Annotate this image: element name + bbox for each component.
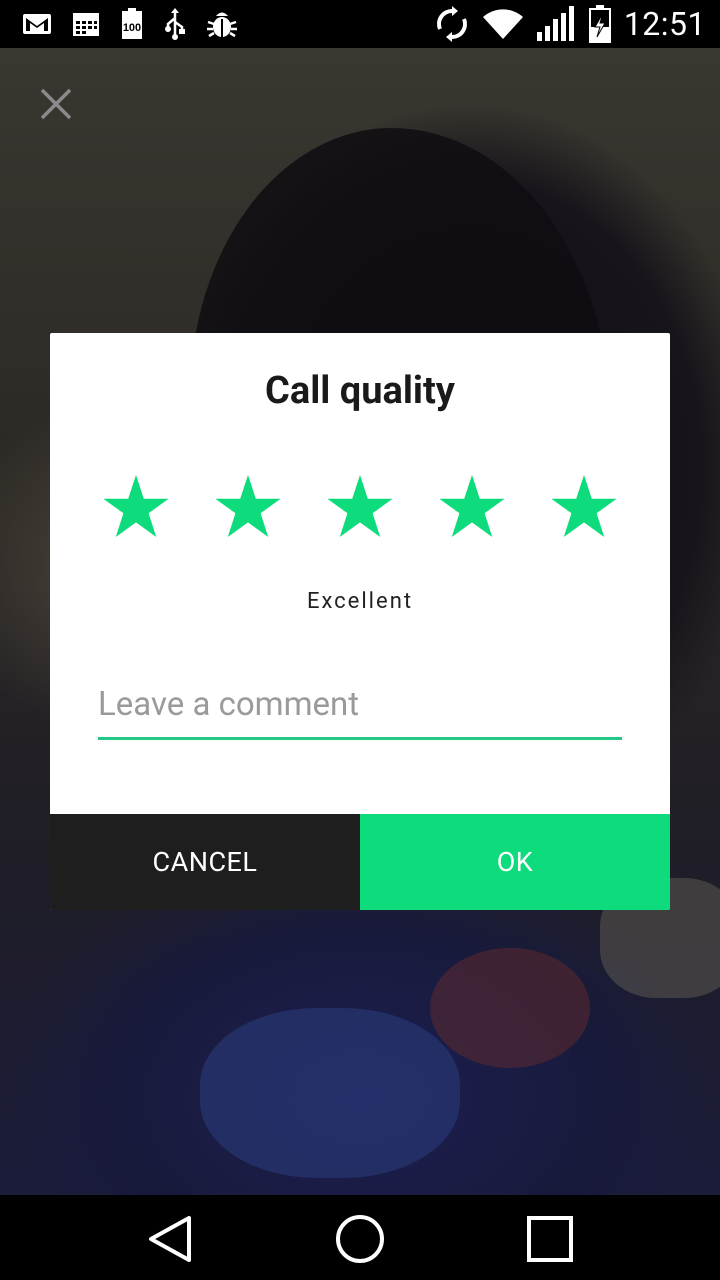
- debug-icon: [206, 10, 238, 38]
- gmail-icon: [22, 12, 52, 36]
- back-button[interactable]: [140, 1209, 200, 1269]
- comment-input[interactable]: [98, 673, 622, 735]
- wifi-icon: [482, 8, 524, 40]
- home-icon: [336, 1215, 384, 1263]
- status-clock: 12:51: [623, 5, 706, 43]
- recents-button[interactable]: [520, 1209, 580, 1269]
- star-5-button[interactable]: [550, 473, 618, 541]
- dialog-title: Call quality: [265, 369, 455, 413]
- navigation-bar: [0, 1195, 720, 1280]
- star-rating: [50, 473, 670, 543]
- signal-icon: [536, 6, 576, 42]
- star-icon: [551, 475, 617, 537]
- back-icon: [149, 1216, 191, 1262]
- rating-label: Excellent: [306, 589, 414, 614]
- battery-100-icon: 100: [120, 8, 144, 40]
- call-quality-dialog: Call quality Excellent CANCEL OK: [50, 333, 670, 910]
- close-icon: [40, 88, 72, 120]
- star-icon: [327, 475, 393, 537]
- cancel-button[interactable]: CANCEL: [50, 814, 360, 910]
- star-icon: [215, 475, 281, 537]
- dialog-button-row: CANCEL OK: [50, 814, 670, 910]
- comment-input-underline: [98, 737, 622, 740]
- star-icon: [439, 475, 505, 537]
- star-1-button[interactable]: [102, 473, 170, 541]
- status-bar: 100 12:51: [0, 0, 720, 48]
- star-2-button[interactable]: [214, 473, 282, 541]
- svg-text:100: 100: [123, 22, 141, 34]
- battery-charging-icon: [588, 5, 612, 43]
- star-4-button[interactable]: [438, 473, 506, 541]
- star-3-button[interactable]: [326, 473, 394, 541]
- ok-button[interactable]: OK: [360, 814, 670, 910]
- close-button[interactable]: [34, 82, 78, 126]
- recents-icon: [527, 1216, 573, 1262]
- usb-icon: [164, 8, 186, 40]
- calendar-icon: [72, 10, 100, 38]
- sync-icon: [434, 6, 470, 42]
- star-icon: [103, 475, 169, 537]
- home-button[interactable]: [330, 1209, 390, 1269]
